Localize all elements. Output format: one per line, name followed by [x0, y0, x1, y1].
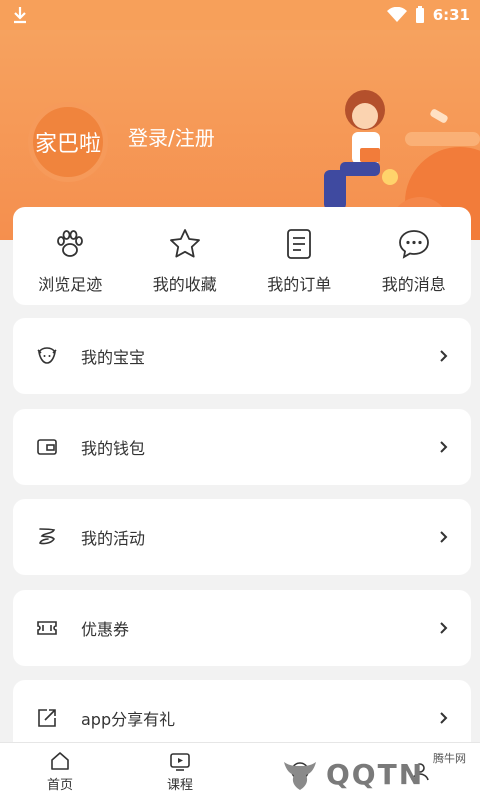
quick-browse-history[interactable]: 浏览足迹	[20, 227, 120, 305]
quick-actions-card: 浏览足迹 我的收藏 我的订单 我的消息	[13, 207, 471, 305]
tv-icon	[170, 753, 190, 771]
coupon-icon	[37, 621, 57, 635]
wallet-icon	[37, 439, 57, 455]
home-icon	[51, 752, 69, 770]
watermark-subtext: 腾牛网	[433, 752, 466, 765]
paw-icon	[57, 230, 84, 257]
menu-label: 优惠券	[81, 620, 130, 639]
tab-home[interactable]: 首页	[12, 750, 108, 793]
menu-coupons[interactable]: 优惠券	[13, 590, 471, 666]
share-icon	[38, 709, 56, 727]
tab-label: 课程	[166, 778, 193, 793]
login-register-link[interactable]: 登录/注册	[128, 122, 215, 151]
activity-icon	[39, 528, 56, 545]
message-bubble-icon	[398, 230, 429, 259]
baby-face-icon	[37, 347, 57, 364]
app-logo: 家巴啦	[28, 102, 108, 182]
menu-my-baby[interactable]: 我的宝宝	[13, 318, 471, 394]
status-time: 6:31	[432, 6, 470, 24]
status-bar: 6:31	[0, 0, 480, 30]
menu-label: 我的活动	[81, 529, 146, 548]
chevron-right-icon	[440, 622, 448, 634]
chevron-right-icon	[440, 441, 448, 453]
menu-my-activities[interactable]: 我的活动	[13, 499, 471, 575]
quick-messages[interactable]: 我的消息	[364, 227, 464, 305]
quick-orders[interactable]: 我的订单	[249, 227, 349, 305]
tab-courses[interactable]: 课程	[132, 750, 228, 793]
menu-label: 我的宝宝	[81, 348, 146, 367]
quick-label: 我的消息	[381, 275, 446, 294]
download-icon	[14, 7, 26, 24]
chevron-right-icon	[440, 531, 448, 543]
quick-label: 浏览足迹	[38, 275, 103, 294]
menu-my-wallet[interactable]: 我的钱包	[13, 409, 471, 485]
tab-label: 首页	[46, 778, 73, 793]
battery-icon	[415, 6, 424, 23]
wifi-icon	[386, 7, 407, 22]
order-list-icon	[287, 229, 312, 259]
quick-favorites[interactable]: 我的收藏	[135, 227, 235, 305]
menu-label: 我的钱包	[81, 439, 146, 458]
watermark: QQTN 腾牛网	[278, 748, 480, 800]
chevron-right-icon	[440, 350, 448, 362]
quick-label: 我的收藏	[152, 275, 217, 294]
watermark-bull-logo	[284, 762, 316, 790]
chevron-right-icon	[440, 712, 448, 724]
watermark-text: QQTN	[326, 757, 425, 791]
quick-label: 我的订单	[267, 275, 332, 294]
menu-label: app分享有礼	[81, 710, 176, 729]
star-icon	[169, 229, 200, 258]
